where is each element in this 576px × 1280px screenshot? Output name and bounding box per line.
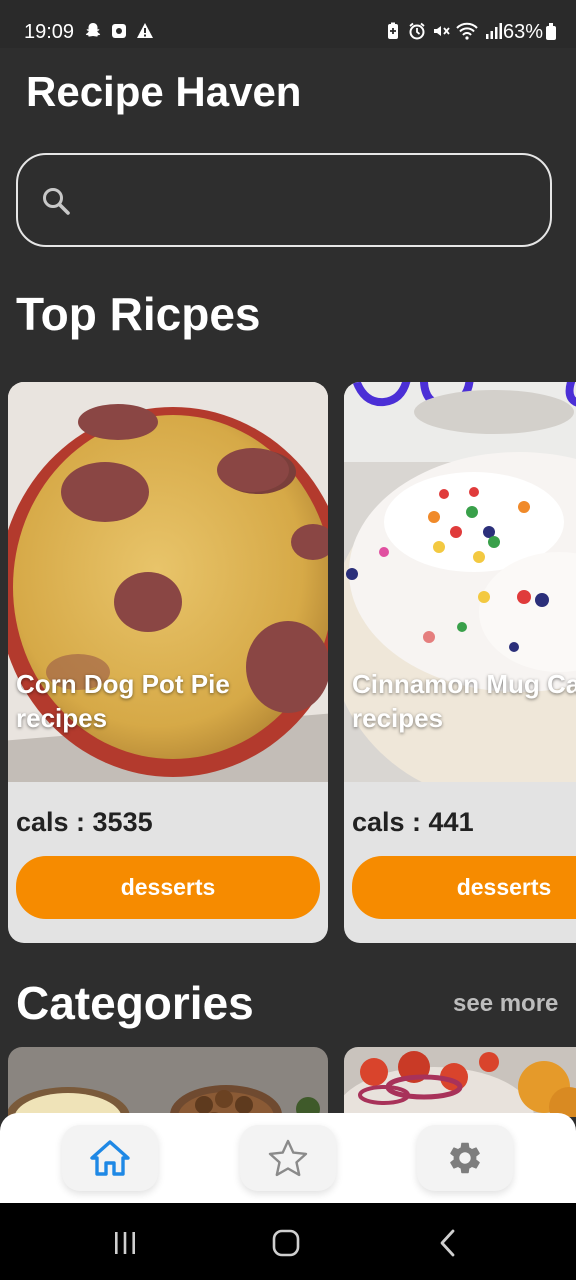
recipe-calories: cals : 3535 [16, 807, 153, 837]
categories-carousel[interactable] [0, 1047, 576, 1117]
home-outline-icon [272, 1229, 300, 1257]
app-icon [112, 24, 126, 38]
nav-favorites-button[interactable] [240, 1125, 336, 1191]
top-recipes-carousel[interactable]: Corn Dog Pot Pie recipes cals : 3535 des… [0, 382, 576, 944]
battery-percent: 63% [503, 21, 544, 43]
back-button[interactable] [428, 1227, 468, 1259]
recipe-category-button[interactable]: desserts [352, 856, 576, 919]
mute-icon [434, 26, 450, 36]
recipe-name: Cinnamon Mug Cake recipes [352, 669, 576, 733]
gear-icon [450, 1142, 480, 1174]
app-title: Recipe Haven [26, 68, 302, 115]
home-system-button[interactable] [266, 1227, 306, 1259]
search-bar[interactable] [16, 153, 552, 247]
category-tile[interactable] [8, 1047, 328, 1117]
categories-title: Categories [16, 977, 254, 1029]
status-bar: 19:09 63% [0, 0, 576, 48]
recipe-category-button[interactable]: desserts [16, 856, 320, 919]
star-icon [268, 1139, 308, 1177]
category-tile[interactable] [344, 1047, 576, 1117]
wifi-icon [456, 22, 478, 40]
signal-icon [486, 23, 502, 39]
home-icon [90, 1140, 130, 1176]
recipe-name: Corn Dog Pot Pie recipes [16, 669, 230, 733]
recipe-calories: cals : 441 [352, 807, 474, 837]
status-time: 19:09 [24, 21, 75, 43]
top-recipes-title: Top Ricpes [16, 288, 261, 340]
nav-settings-button[interactable] [417, 1125, 513, 1191]
recipe-card[interactable]: Corn Dog Pot Pie recipes cals : 3535 des… [8, 382, 328, 943]
search-input[interactable] [88, 175, 528, 225]
recents-icon [115, 1232, 135, 1254]
nav-home-button[interactable] [62, 1125, 158, 1191]
battery-saver-icon [388, 22, 398, 39]
recents-button[interactable] [105, 1227, 145, 1259]
snapchat-icon [85, 23, 101, 37]
alarm-icon [409, 22, 425, 40]
back-icon [440, 1229, 455, 1257]
alert-icon [137, 23, 153, 38]
search-icon [43, 188, 70, 215]
see-more-link[interactable]: see more [453, 990, 558, 1018]
battery-icon [546, 23, 556, 40]
system-navigation-bar [0, 1203, 576, 1280]
bottom-navigation [0, 1113, 576, 1203]
recipe-card[interactable]: Cinnamon Mug Cake recipes cals : 441 des… [344, 382, 576, 943]
